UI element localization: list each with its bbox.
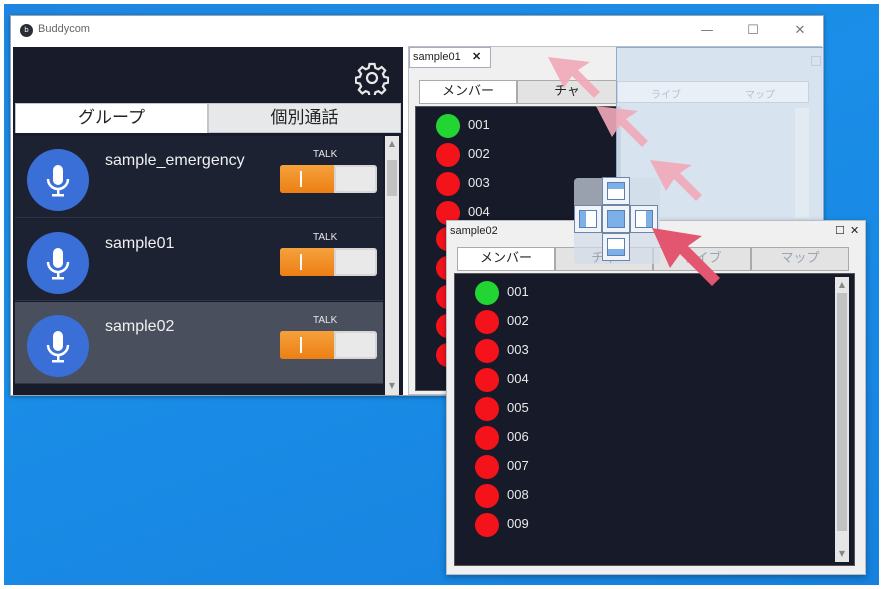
group-name: sample01 [105, 235, 175, 252]
talk-toggle[interactable] [280, 165, 377, 193]
tab-individual-call[interactable]: 個別通話 [208, 103, 401, 133]
window-title: sample02 [450, 225, 498, 237]
group-name: sample_emergency [105, 152, 245, 169]
tab-members[interactable]: メンバー [457, 247, 555, 271]
scroll-thumb[interactable] [387, 160, 397, 196]
talk-label: TALK [313, 149, 338, 160]
scroll-thumb[interactable] [837, 293, 847, 531]
ghost-tab-map: マップ [745, 90, 775, 101]
mic-icon [27, 315, 89, 377]
tab-channel[interactable]: チャ [517, 80, 617, 104]
ghost-tab-live: ライブ [651, 90, 681, 101]
status-offline-icon [475, 513, 499, 537]
tab-live[interactable]: ライブ [653, 247, 751, 271]
tab-map[interactable]: マップ [751, 247, 849, 271]
close-button[interactable]: ✕ [788, 21, 812, 41]
scroll-up-icon[interactable]: ▲ [385, 138, 399, 150]
tab-close-icon[interactable]: ✕ [472, 48, 481, 67]
group-panel: グループ 個別通話 sample_emergency TALK sample01… [13, 47, 403, 395]
dock-right-icon[interactable] [630, 205, 658, 233]
minimize-button[interactable]: — [695, 21, 719, 41]
group-tabs: グループ 個別通話 [15, 103, 401, 133]
member-list-scrollbar[interactable]: ▲ ▼ [835, 277, 849, 562]
mic-icon [27, 149, 89, 211]
dock-center-icon[interactable] [602, 205, 630, 233]
app-logo-icon: b [20, 24, 33, 37]
status-offline-icon [475, 455, 499, 479]
close-icon[interactable]: ✕ [850, 224, 859, 237]
group-name: sample02 [105, 318, 175, 335]
tab-title: sample01 [413, 51, 461, 63]
maximize-icon[interactable]: ☐ [835, 224, 845, 237]
scroll-down-icon[interactable]: ▼ [835, 548, 849, 560]
member-list: 001 002 003 004 005 006 007 008 009 010 [454, 273, 855, 566]
talk-toggle[interactable] [280, 248, 377, 276]
status-offline-icon [475, 426, 499, 450]
dock-bottom-icon[interactable] [602, 233, 630, 261]
window-title: Buddycom [38, 23, 90, 35]
talk-toggle[interactable] [280, 331, 377, 359]
status-online-icon [436, 114, 460, 138]
status-offline-icon [436, 143, 460, 167]
status-online-icon [475, 281, 499, 305]
group-list: sample_emergency TALK sample01 TALK samp… [15, 136, 383, 395]
scroll-up-icon[interactable]: ▲ [835, 279, 849, 291]
status-offline-icon [475, 484, 499, 508]
title-bar[interactable]: b Buddycom — ☐ ✕ [11, 16, 823, 46]
talk-label: TALK [313, 315, 338, 326]
scroll-down-icon[interactable]: ▼ [385, 380, 399, 392]
sample01-subtabs: メンバー チャ [419, 80, 617, 104]
status-offline-icon [436, 172, 460, 196]
group-item-sample02[interactable]: sample02 TALK [15, 302, 383, 384]
tab-group[interactable]: グループ [15, 103, 208, 133]
dock-left-icon[interactable] [574, 205, 602, 233]
maximize-button[interactable]: ☐ [741, 21, 765, 41]
sample02-floating-window: sample02 ☐ ✕ メンバー チャ ライブ マップ 001 002 003… [446, 220, 866, 575]
status-offline-icon [475, 368, 499, 392]
dock-top-icon[interactable] [602, 177, 630, 205]
status-offline-icon [475, 397, 499, 421]
status-offline-icon [475, 339, 499, 363]
gear-icon[interactable] [355, 61, 389, 95]
mic-icon [27, 232, 89, 294]
talk-label: TALK [313, 232, 338, 243]
group-item-sample01[interactable]: sample01 TALK [15, 219, 383, 301]
group-list-scrollbar[interactable]: ▲ ▼ [385, 136, 399, 395]
group-item-sample-emergency[interactable]: sample_emergency TALK [15, 136, 383, 218]
tab-sample01[interactable]: sample01 ✕ [409, 47, 491, 68]
tab-members[interactable]: メンバー [419, 80, 517, 104]
status-offline-icon [475, 310, 499, 334]
